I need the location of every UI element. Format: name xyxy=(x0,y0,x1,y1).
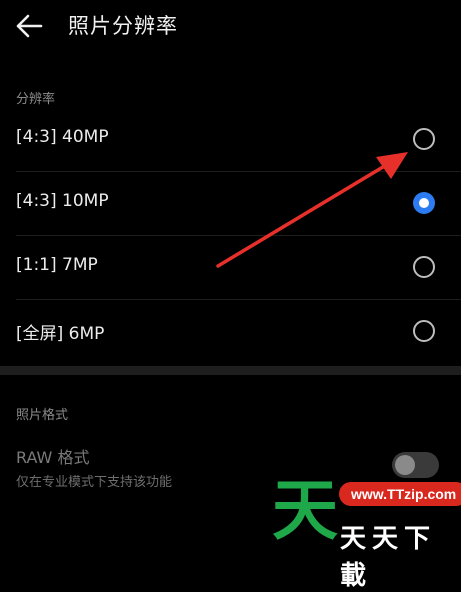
row-divider xyxy=(16,171,461,172)
section-divider xyxy=(0,366,461,375)
watermark-logo: 天 www.TTzip.com 天天下載 xyxy=(266,472,461,591)
arrow-left-icon[interactable] xyxy=(14,12,44,40)
option-label: [1:1] 7MP xyxy=(16,255,98,275)
section-label-format: 照片格式 xyxy=(16,408,69,423)
section-label-resolution: 分辨率 xyxy=(16,92,56,107)
option-row-10mp[interactable]: [4:3] 10MP xyxy=(0,174,461,236)
watermark-big-char: 天 xyxy=(272,472,338,549)
row-divider xyxy=(16,235,461,236)
radio-button-selected[interactable] xyxy=(413,192,435,214)
raw-format-subtitle: 仅在专业模式下支持该功能 xyxy=(16,475,173,490)
option-label: [4:3] 40MP xyxy=(16,127,109,147)
option-row-7mp[interactable]: [1:1] 7MP xyxy=(0,238,461,300)
option-row-6mp[interactable]: [全屏] 6MP xyxy=(0,302,461,364)
option-row-40mp[interactable]: [4:3] 40MP xyxy=(0,110,461,172)
header-bar: 照片分辨率 xyxy=(0,0,461,56)
toggle-knob xyxy=(395,455,415,475)
page-title: 照片分辨率 xyxy=(68,14,178,38)
watermark-url: www.TTzip.com xyxy=(339,482,461,506)
option-label: [全屏] 6MP xyxy=(16,324,105,344)
watermark-text: 天天下載 xyxy=(340,524,437,591)
radio-button[interactable] xyxy=(413,256,435,278)
raw-format-title: RAW 格式 xyxy=(16,448,90,467)
row-divider xyxy=(16,299,461,300)
radio-button[interactable] xyxy=(413,320,435,342)
option-label: [4:3] 10MP xyxy=(16,191,109,211)
radio-button[interactable] xyxy=(413,128,435,150)
